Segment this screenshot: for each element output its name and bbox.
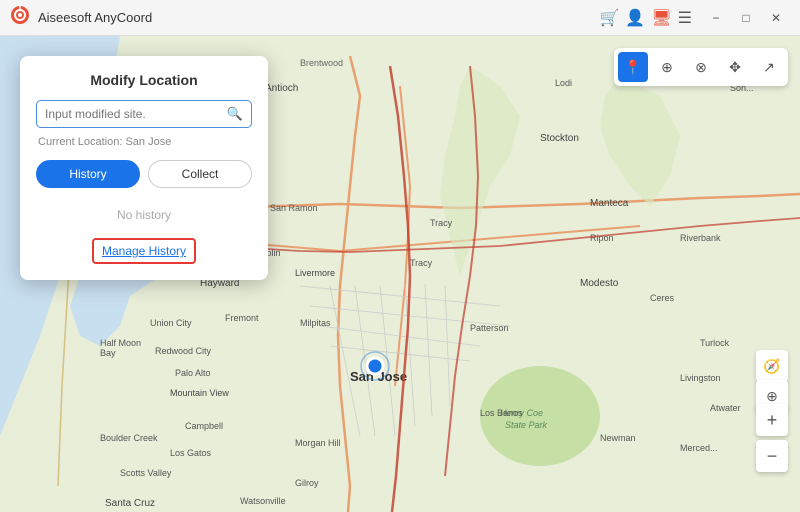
svg-text:Santa Cruz: Santa Cruz — [105, 498, 155, 509]
zoom-controls: + − — [756, 404, 788, 472]
svg-text:Morgan Hill: Morgan Hill — [295, 438, 341, 448]
minimize-button[interactable]: − — [702, 6, 730, 30]
search-box: 🔍 — [36, 100, 252, 128]
svg-text:Riverbank: Riverbank — [680, 233, 721, 243]
no-history-text: No history — [36, 200, 252, 230]
svg-text:Ceres: Ceres — [650, 293, 675, 303]
svg-text:Lodi: Lodi — [555, 78, 572, 88]
svg-text:Patterson: Patterson — [470, 323, 509, 333]
user-icon[interactable]: 👤 — [625, 8, 645, 28]
app-title: Aiseesoft AnyCoord — [38, 10, 600, 25]
svg-text:Brentwood: Brentwood — [300, 58, 343, 68]
svg-text:Newman: Newman — [600, 433, 636, 443]
svg-text:Merced...: Merced... — [680, 443, 718, 453]
history-tab[interactable]: History — [36, 160, 140, 188]
svg-text:Livingston: Livingston — [680, 373, 721, 383]
svg-text:Palo Alto: Palo Alto — [175, 368, 211, 378]
search-icon: 🔍 — [227, 106, 243, 122]
svg-text:Redwood City: Redwood City — [155, 346, 212, 356]
svg-text:Manteca: Manteca — [590, 198, 629, 209]
svg-text:Union City: Union City — [150, 318, 192, 328]
main-area: Henry Coe State Park Antioch Brentwood C… — [0, 36, 800, 512]
move-button[interactable]: ✥ — [720, 52, 750, 82]
svg-text:Antioch: Antioch — [265, 83, 298, 94]
svg-text:Scotts Valley: Scotts Valley — [120, 468, 172, 478]
svg-text:Boulder Creek: Boulder Creek — [100, 433, 158, 443]
modify-location-dialog: Modify Location 🔍 Current Location: San … — [20, 56, 268, 280]
maximize-button[interactable]: □ — [732, 6, 760, 30]
zoom-out-button[interactable]: − — [756, 440, 788, 472]
dialog-title: Modify Location — [36, 72, 252, 88]
map-toolbar: 📍 ⊕ ⊗ ✥ ↗ — [614, 48, 788, 86]
svg-text:Stockton: Stockton — [540, 133, 579, 144]
svg-text:State Park: State Park — [505, 420, 548, 430]
search-input[interactable] — [45, 107, 227, 121]
svg-text:Milpitas: Milpitas — [300, 318, 331, 328]
location-mode-button[interactable]: 📍 — [618, 52, 648, 82]
svg-text:Tracy: Tracy — [410, 258, 433, 268]
svg-text:Campbell: Campbell — [185, 421, 223, 431]
current-location-label: Current Location: San Jose — [36, 136, 252, 148]
svg-text:Atwater: Atwater — [710, 403, 741, 413]
svg-text:Los Gatos: Los Gatos — [170, 448, 212, 458]
svg-text:Half Moon: Half Moon — [100, 338, 141, 348]
screen-icon[interactable]: 🖥 — [651, 8, 671, 28]
svg-text:Watsonville: Watsonville — [240, 496, 286, 506]
app-logo — [10, 5, 30, 30]
export-button[interactable]: ↗ — [754, 52, 784, 82]
svg-text:Los Banos: Los Banos — [480, 408, 523, 418]
zoom-in-button[interactable]: + — [756, 404, 788, 436]
svg-text:San Ramon: San Ramon — [270, 203, 318, 213]
titlebar: Aiseesoft AnyCoord 🛒 👤 🖥 ☰ − □ ✕ — [0, 0, 800, 36]
svg-text:Livermore: Livermore — [295, 268, 335, 278]
compass-button[interactable]: 🧭 — [756, 350, 788, 382]
svg-text:Bay: Bay — [100, 348, 116, 358]
svg-text:Mountain View: Mountain View — [170, 388, 229, 398]
close-button[interactable]: ✕ — [762, 6, 790, 30]
collect-tab[interactable]: Collect — [148, 160, 252, 188]
multi-stop-button[interactable]: ⊕ — [652, 52, 682, 82]
menu-icon[interactable]: ☰ — [678, 8, 692, 28]
manage-history-button[interactable]: Manage History — [92, 238, 196, 264]
svg-text:Modesto: Modesto — [580, 278, 619, 289]
window-controls: − □ ✕ — [702, 6, 790, 30]
route-button[interactable]: ⊗ — [686, 52, 716, 82]
svg-text:Gilroy: Gilroy — [295, 478, 319, 488]
cart-icon[interactable]: 🛒 — [600, 8, 620, 28]
titlebar-icons: 🛒 👤 🖥 ☰ — [600, 8, 693, 28]
svg-text:Tracy: Tracy — [430, 218, 453, 228]
svg-text:Fremont: Fremont — [225, 313, 259, 323]
svg-text:Turlock: Turlock — [700, 338, 730, 348]
tab-row: History Collect — [36, 160, 252, 188]
